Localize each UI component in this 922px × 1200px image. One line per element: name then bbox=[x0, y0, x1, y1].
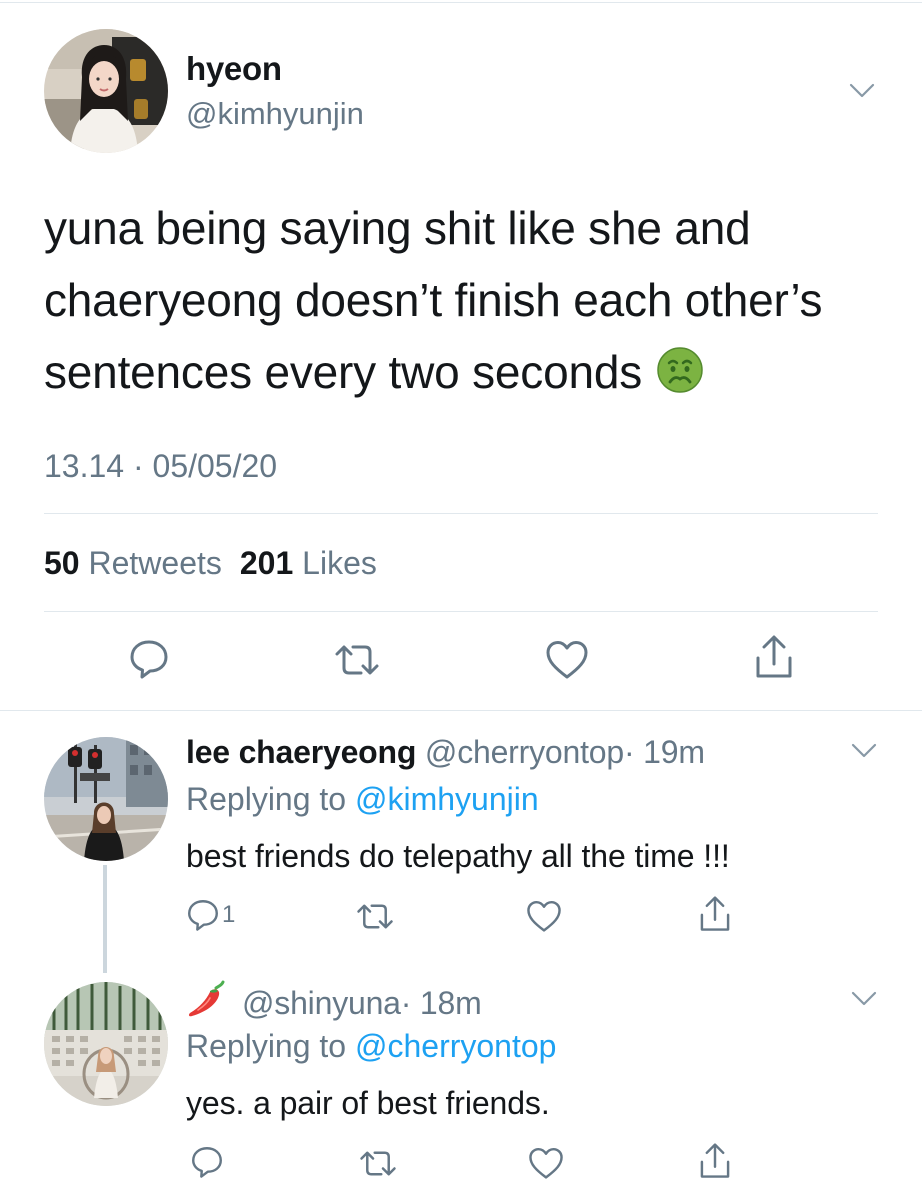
avatar[interactable] bbox=[44, 982, 168, 1106]
replying-to-mention[interactable]: @cherryontop bbox=[355, 1028, 556, 1064]
retweet-button[interactable] bbox=[358, 1147, 398, 1180]
avatar[interactable] bbox=[44, 29, 168, 153]
reply-text: best friends do telepathy all the time !… bbox=[186, 838, 730, 874]
heart-icon bbox=[545, 640, 589, 680]
like-button[interactable] bbox=[545, 640, 589, 680]
reply-button[interactable] bbox=[128, 638, 170, 680]
reply-time[interactable]: · 19m bbox=[624, 734, 705, 770]
chili-pepper-icon[interactable] bbox=[186, 980, 226, 1020]
retweets-label: Retweets bbox=[88, 545, 222, 581]
tweet-text-content: yuna being saying shit like she and chae… bbox=[44, 202, 823, 398]
likes-stat[interactable]: 201 Likes bbox=[240, 545, 377, 581]
chevron-down-icon[interactable] bbox=[850, 742, 878, 760]
avatar[interactable] bbox=[44, 737, 168, 861]
heart-icon bbox=[528, 1147, 564, 1180]
reply-header: lee chaeryeong @cherryontop· 19m bbox=[186, 734, 705, 771]
chevron-down-icon[interactable] bbox=[848, 82, 876, 100]
section-divider bbox=[0, 710, 922, 711]
author-handle[interactable]: @kimhyunjin bbox=[186, 96, 364, 132]
divider bbox=[44, 513, 878, 514]
reply-icon bbox=[190, 1145, 224, 1179]
likes-count: 201 bbox=[239, 545, 294, 581]
retweets-count: 50 bbox=[44, 545, 80, 581]
reply-text: yes. a pair of best friends. bbox=[186, 1085, 550, 1121]
divider bbox=[44, 611, 878, 612]
replying-to: Replying to @cherryontop bbox=[186, 1028, 556, 1065]
tweet-timestamp[interactable]: 13.14 · 05/05/20 bbox=[44, 448, 277, 485]
retweet-icon bbox=[358, 1147, 398, 1180]
share-icon bbox=[697, 895, 733, 933]
like-button[interactable] bbox=[528, 1147, 564, 1180]
retweet-button[interactable] bbox=[355, 900, 395, 933]
replying-to-mention[interactable]: @kimhyunjin bbox=[355, 781, 539, 817]
author-display-name[interactable]: hyeon bbox=[186, 50, 282, 88]
retweet-button[interactable] bbox=[333, 640, 381, 680]
share-button[interactable] bbox=[697, 895, 733, 933]
reply-header: @shinyuna· 18m bbox=[186, 980, 482, 1022]
top-divider bbox=[0, 2, 922, 3]
reply-button[interactable]: 1 bbox=[186, 898, 235, 932]
share-icon bbox=[752, 634, 796, 680]
reply-author-name[interactable]: lee chaeryeong bbox=[186, 734, 416, 770]
tweet-stats: 50 Retweets 201 Likes bbox=[44, 545, 377, 582]
reply-icon bbox=[186, 898, 220, 932]
retweet-icon bbox=[333, 640, 381, 680]
share-button[interactable] bbox=[697, 1142, 733, 1180]
reply-count: 1 bbox=[222, 901, 236, 928]
reply-button[interactable] bbox=[190, 1145, 224, 1179]
nauseated-face-icon bbox=[656, 346, 704, 394]
tweet-text: yuna being saying shit like she and chae… bbox=[44, 192, 904, 408]
heart-icon bbox=[526, 900, 562, 933]
share-button[interactable] bbox=[752, 634, 796, 680]
like-button[interactable] bbox=[526, 900, 562, 933]
reply-author-handle[interactable]: @cherryontop bbox=[425, 734, 624, 770]
replying-to: Replying to @kimhyunjin bbox=[186, 781, 539, 818]
share-icon bbox=[697, 1142, 733, 1180]
retweets-stat[interactable]: 50 Retweets bbox=[44, 545, 222, 581]
thread-connector bbox=[103, 865, 107, 973]
reply-time[interactable]: · 18m bbox=[401, 985, 482, 1021]
chevron-down-icon[interactable] bbox=[850, 990, 878, 1008]
reply-icon bbox=[128, 638, 170, 680]
retweet-icon bbox=[355, 900, 395, 933]
replying-to-label: Replying to bbox=[186, 1028, 347, 1064]
likes-label: Likes bbox=[302, 545, 377, 581]
reply-author-handle[interactable]: @shinyuna bbox=[242, 985, 401, 1021]
replying-to-label: Replying to bbox=[186, 781, 347, 817]
